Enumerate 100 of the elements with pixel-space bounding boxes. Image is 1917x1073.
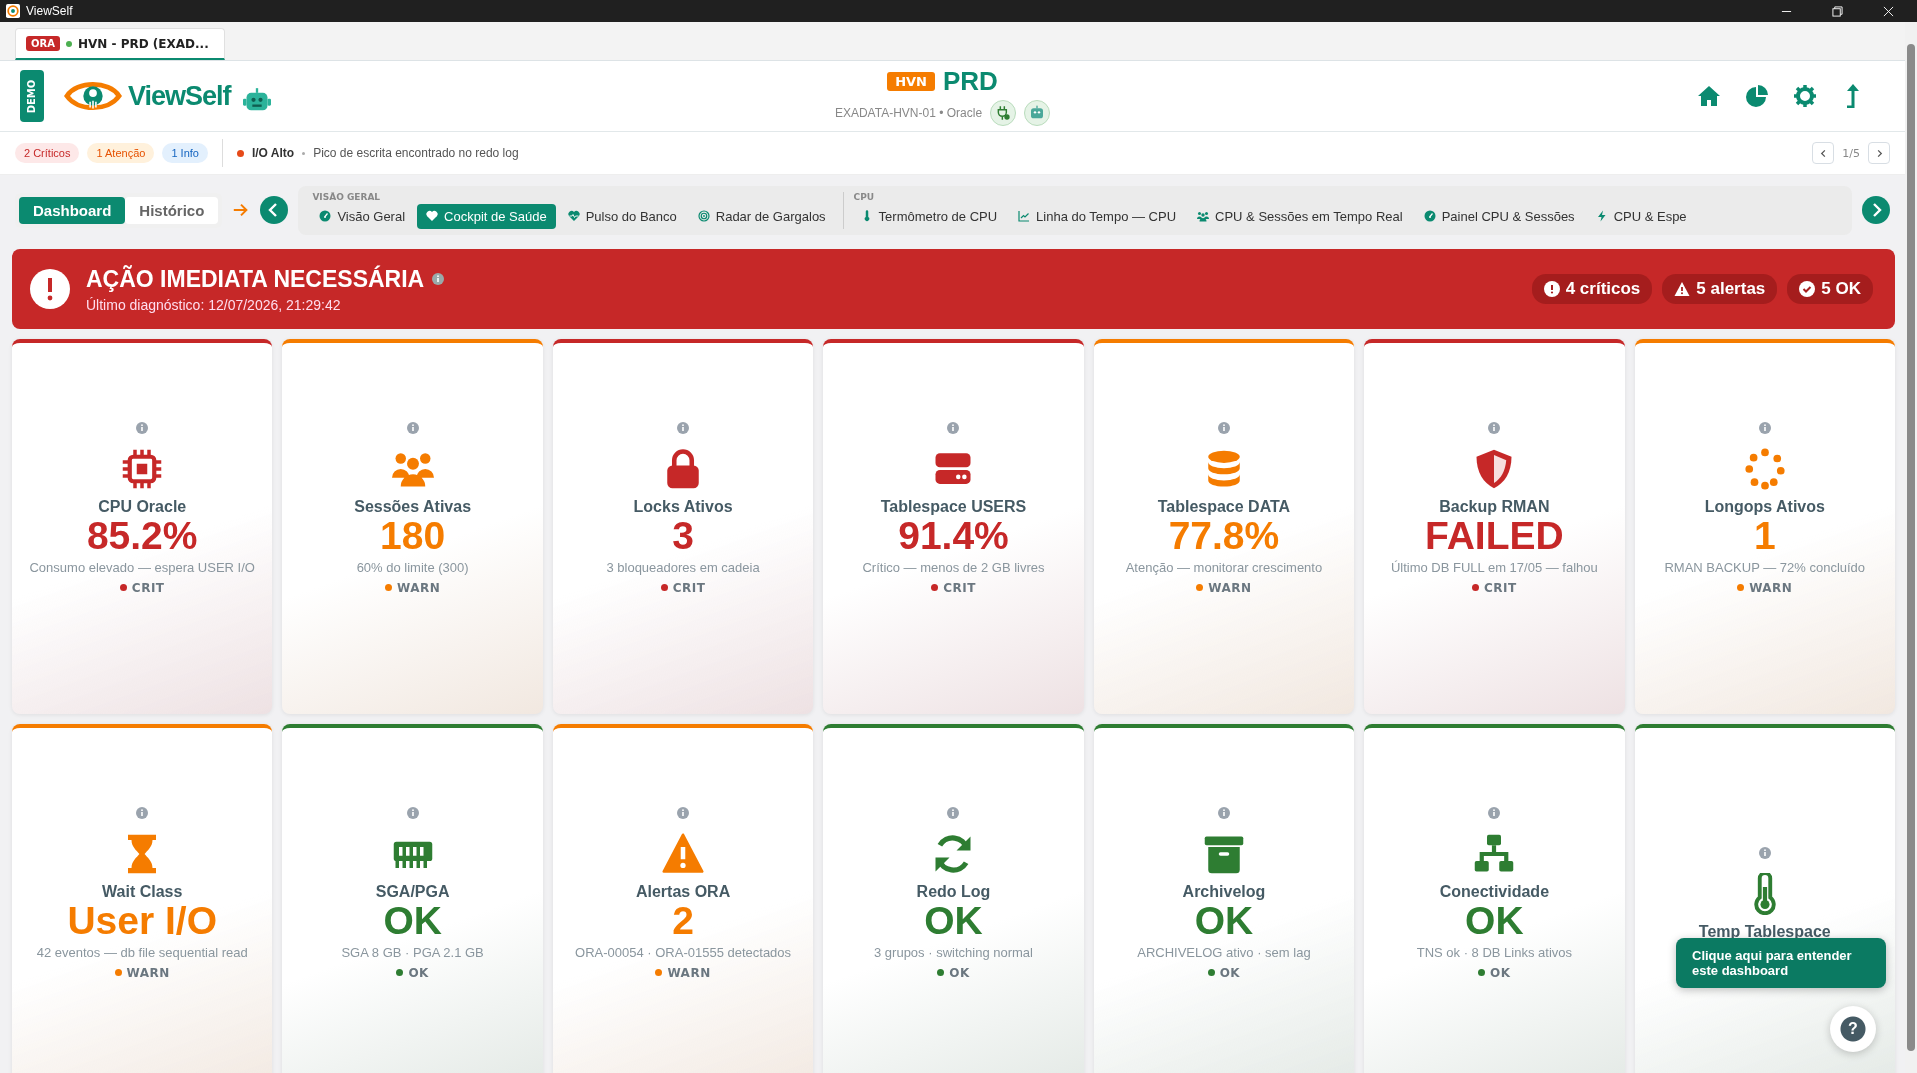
- info-icon[interactable]: [406, 807, 419, 820]
- next-page-button[interactable]: [1868, 142, 1890, 164]
- connection-tab[interactable]: ORA HVN - PRD (EXAD...: [15, 28, 225, 60]
- metric-value: 1: [1753, 516, 1776, 557]
- banner-subtitle: Último diagnóstico: 12/07/2026, 21:29:42: [86, 296, 342, 313]
- info-icon[interactable]: [406, 422, 419, 435]
- severity-label: OK: [1478, 965, 1511, 980]
- help-tooltip: Clique aqui para entender este dashboard: [1676, 938, 1886, 988]
- page-tab[interactable]: Cockpit de Saúde: [417, 203, 556, 229]
- environment-badge: HVN: [887, 72, 935, 91]
- info-icon[interactable]: [947, 422, 960, 435]
- banner-title: AÇÃO IMEDIATA NECESSÁRIA: [86, 265, 425, 293]
- view-mode-tab[interactable]: Histórico: [125, 196, 219, 224]
- metric-card[interactable]: Redo Log OK 3 grupos · switching normal OK: [823, 724, 1084, 1073]
- metric-detail: 42 eventos — db file sequential read: [36, 944, 248, 960]
- info-icon[interactable]: [432, 273, 445, 285]
- tab-label: HVN - PRD (EXAD...: [77, 36, 209, 51]
- metric-detail: 60% do limite (300): [356, 559, 469, 575]
- info-icon[interactable]: [1217, 807, 1230, 820]
- info-icon[interactable]: [136, 422, 149, 435]
- page-tab[interactable]: Painel CPU & Sessões: [1414, 203, 1584, 229]
- metric-card[interactable]: Conectividade OK TNS ok · 8 DB Links ativos OK: [1364, 724, 1625, 1073]
- metric-card[interactable]: Wait Class User I/O 42 eventos — db file sequential read WARN: [12, 724, 273, 1073]
- restore-icon[interactable]: [1832, 5, 1843, 17]
- info-icon[interactable]: [1488, 422, 1501, 435]
- info-icon[interactable]: [677, 422, 690, 435]
- metric-card[interactable]: Tablespace USERS 91.4% Crítico — menos de 2 GB livres CRIT: [823, 339, 1084, 714]
- page-tab[interactable]: Pulso do Banco: [558, 203, 686, 229]
- metric-card[interactable]: Alertas ORA 2 ORA-00054 · ORA-01555 detectados WARN: [552, 724, 814, 1073]
- info-icon[interactable]: [947, 807, 960, 820]
- exclamation-icon: [1543, 281, 1560, 297]
- alert-count-pill[interactable]: 1 Atenção: [87, 143, 155, 163]
- metric-detail: Crítico — menos de 2 GB livres: [862, 559, 1045, 575]
- metric-title: Alertas ORA: [635, 883, 731, 902]
- pie-chart-icon[interactable]: [1745, 84, 1769, 108]
- page-tab[interactable]: CPU & Espe: [1586, 203, 1696, 229]
- close-icon[interactable]: [1883, 5, 1894, 17]
- metric-card[interactable]: Tablespace DATA 77.8% Atenção — monitorar crescimento WARN: [1093, 339, 1355, 714]
- users-icon: [1197, 210, 1210, 222]
- info-icon[interactable]: [1488, 807, 1501, 820]
- severity-label: WARN: [1196, 580, 1252, 595]
- home-icon[interactable]: [1697, 84, 1721, 108]
- metric-value: OK: [1194, 901, 1254, 942]
- metric-card[interactable]: Archivelog OK ARCHIVELOG ativo · sem lag OK: [1093, 724, 1355, 1073]
- scroll-right-button[interactable]: [1862, 196, 1890, 224]
- severity-dot: [937, 969, 945, 977]
- info-icon[interactable]: [677, 807, 690, 820]
- metric-title: Locks Ativos: [633, 498, 733, 517]
- metric-value: 85.2%: [86, 516, 198, 557]
- page-tab[interactable]: Linha do Tempo — CPU: [1009, 203, 1186, 229]
- metric-card[interactable]: Sessões Ativas 180 60% do limite (300) WARN: [282, 339, 543, 714]
- severity-dot: [114, 969, 122, 977]
- warning-icon: [1674, 281, 1691, 297]
- spinner-icon: [1743, 448, 1786, 491]
- severity-dot: [1207, 969, 1215, 977]
- metric-card[interactable]: Locks Ativos 3 3 bloqueadores em cadeia CRIT: [552, 339, 814, 714]
- metric-card[interactable]: CPU Oracle 85.2% Consumo elevado — espera USER I/O CRIT: [12, 339, 273, 714]
- metric-card[interactable]: SGA/PGA OK SGA 8 GB · PGA 2.1 GB OK: [282, 724, 543, 1073]
- metric-detail: Consumo elevado — espera USER I/O: [29, 559, 255, 575]
- event-message: Pico de escrita encontrado no redo log: [313, 146, 519, 160]
- page-tab[interactable]: CPU & Sessões em Tempo Real: [1188, 203, 1412, 229]
- metric-card[interactable]: Backup RMAN FAILED Último DB FULL em 17/05 — falhou CRIT: [1364, 339, 1625, 714]
- page-tab[interactable]: Termômetro de CPU: [851, 203, 1007, 229]
- window-title: ViewSelf: [26, 4, 73, 18]
- metric-card[interactable]: Longops Ativos 1 RMAN BACKUP — 72% concluído WARN: [1634, 339, 1895, 714]
- view-mode-tab[interactable]: Dashboard: [19, 196, 126, 224]
- severity-dot: [660, 584, 668, 592]
- severity-label: CRIT: [660, 580, 706, 595]
- metric-value: User I/O: [67, 901, 217, 942]
- lightning-icon: [1595, 210, 1608, 222]
- plug-status-icon[interactable]: [990, 100, 1017, 126]
- severity-dot: [655, 969, 663, 977]
- metric-detail: ARCHIVELOG ativo · sem lag: [1137, 944, 1311, 960]
- alert-count-pill[interactable]: 2 Críticos: [15, 143, 80, 163]
- page-tab[interactable]: Visão Geral: [310, 203, 415, 229]
- scroll-left-button[interactable]: [260, 196, 289, 224]
- severity-label: WARN: [655, 965, 711, 980]
- settings-icon[interactable]: [1793, 84, 1817, 108]
- info-icon[interactable]: [1758, 846, 1771, 859]
- metric-title: Temp Tablespace: [1698, 922, 1831, 941]
- info-icon[interactable]: [1217, 422, 1230, 435]
- gauge-icon: [319, 210, 332, 222]
- previous-page-button[interactable]: [1812, 142, 1835, 164]
- environment-name: PRD: [942, 66, 998, 97]
- page-tab[interactable]: Radar de Gargalos: [688, 203, 835, 229]
- severity-label: OK: [1207, 965, 1241, 980]
- connection-status-dot: [65, 40, 72, 47]
- nav-group-title: VISÃO GERAL: [311, 191, 382, 202]
- metric-value: 91.4%: [898, 516, 1009, 557]
- robot-status-icon[interactable]: [1024, 100, 1051, 126]
- info-icon[interactable]: [136, 807, 149, 820]
- help-button[interactable]: ?: [1830, 1006, 1876, 1052]
- info-icon[interactable]: [1758, 422, 1771, 435]
- severity-label: WARN: [385, 580, 441, 595]
- alert-count-pill[interactable]: 1 Info: [162, 143, 208, 163]
- severity-label: WARN: [114, 965, 170, 980]
- severity-dot: [385, 584, 392, 592]
- severity-dot: [1196, 584, 1204, 592]
- app-logo-text: ViewSelf: [128, 80, 231, 112]
- metric-value: OK: [383, 901, 442, 942]
